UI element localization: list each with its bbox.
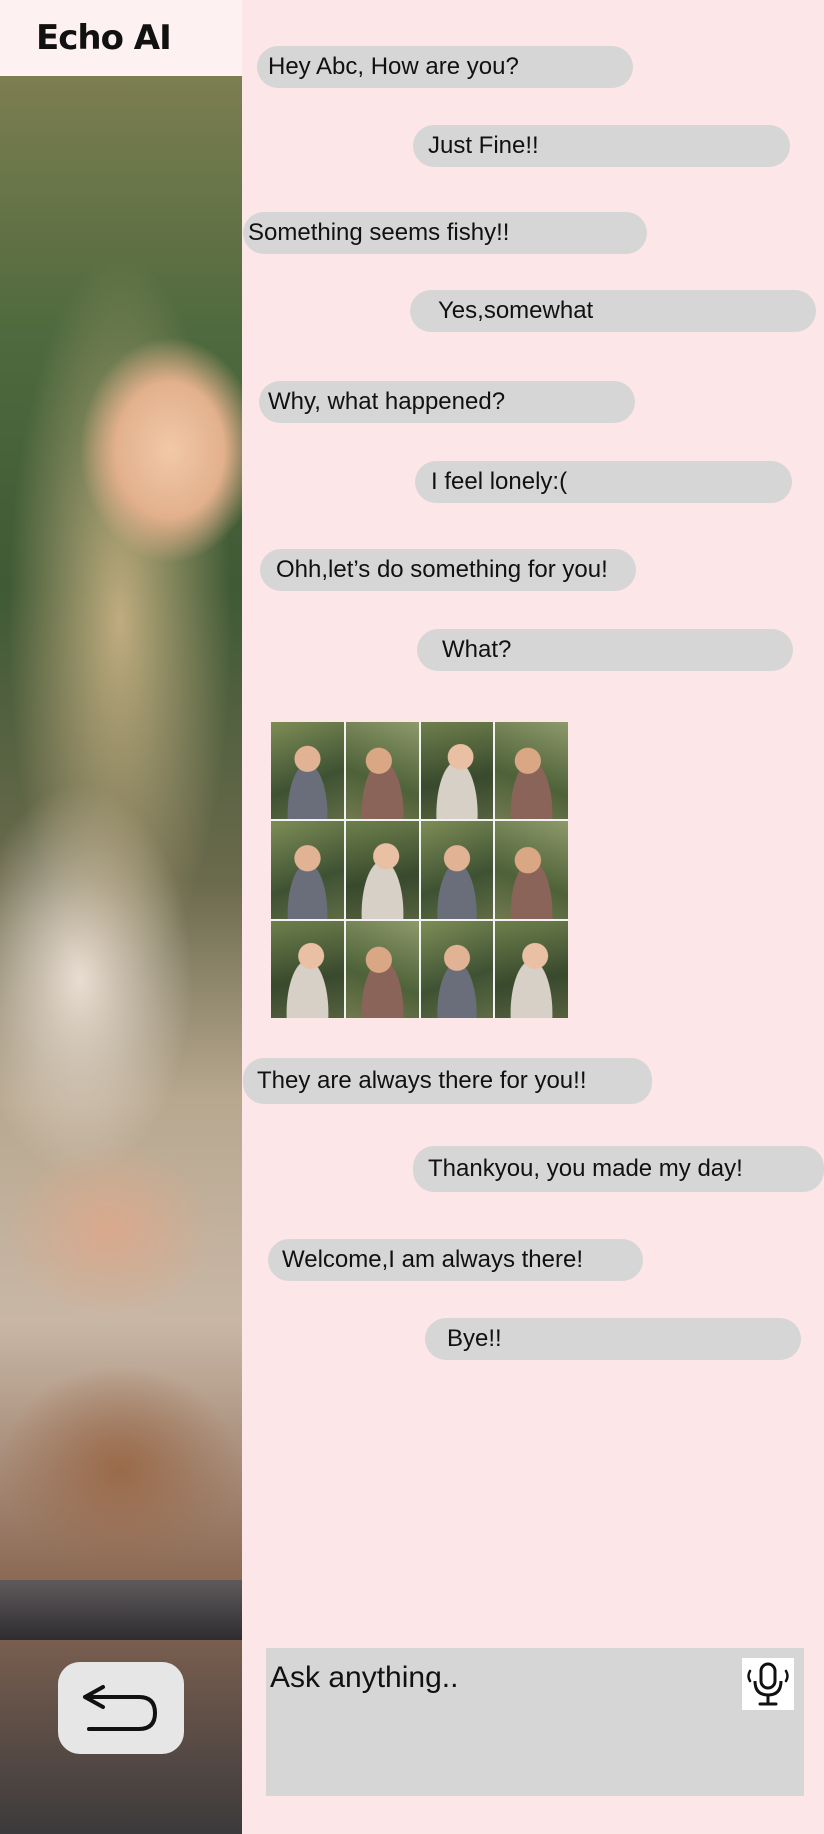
message-bubble: Ohh,let’s do something for you! xyxy=(260,549,636,591)
photo-plate-shadow xyxy=(0,1580,242,1640)
message-text: Yes,somewhat xyxy=(438,297,594,324)
message-input[interactable] xyxy=(270,1658,710,1698)
message-text: Bye!! xyxy=(447,1325,502,1352)
message-text: Thankyou, you made my day! xyxy=(428,1155,743,1182)
mic-button[interactable] xyxy=(742,1658,794,1710)
collage-photo xyxy=(345,722,419,820)
message-bubble: Just Fine!! xyxy=(413,125,790,167)
shared-image-collage[interactable] xyxy=(271,722,568,1018)
message-text: I feel lonely:( xyxy=(431,468,568,495)
message-text: Just Fine!! xyxy=(428,132,539,159)
message-text: Why, what happened? xyxy=(268,388,506,415)
message-text: Welcome,I am always there! xyxy=(282,1246,583,1273)
message-text: Ohh,let’s do something for you! xyxy=(276,556,608,583)
header-bar: Echo AI xyxy=(0,0,242,76)
background-photo xyxy=(0,0,242,1834)
message-bubble: I feel lonely:( xyxy=(415,461,792,503)
collage-photo xyxy=(420,722,494,820)
collage-photo xyxy=(271,920,344,1018)
collage-photo xyxy=(495,920,568,1018)
collage-photo xyxy=(271,722,344,820)
message-bubble: What? xyxy=(417,629,793,671)
app-title: Echo AI xyxy=(36,18,172,58)
collage-photo xyxy=(271,821,344,919)
message-bubble: They are always there for you!! xyxy=(243,1058,652,1104)
message-bubble: Thankyou, you made my day! xyxy=(413,1146,824,1192)
message-bubble: Why, what happened? xyxy=(259,381,635,423)
collage-photo xyxy=(420,920,494,1018)
message-composer[interactable] xyxy=(266,1648,804,1796)
collage-photo xyxy=(345,920,419,1018)
collage-photo xyxy=(345,821,419,919)
collage-photo xyxy=(495,821,568,919)
back-button[interactable] xyxy=(58,1662,184,1754)
message-bubble: Yes,somewhat xyxy=(410,290,816,332)
message-bubble: Hey Abc, How are you? xyxy=(257,46,633,88)
message-text: Hey Abc, How are you? xyxy=(268,53,519,80)
message-bubble: Bye!! xyxy=(425,1318,801,1360)
message-bubble: Something seems fishy!! xyxy=(243,212,647,254)
message-text: Something seems fishy!! xyxy=(248,219,510,246)
message-bubble: Welcome,I am always there! xyxy=(268,1239,643,1281)
collage-photo xyxy=(420,821,494,919)
collage-photo xyxy=(495,722,568,820)
message-text: They are always there for you!! xyxy=(257,1067,587,1094)
microphone-icon xyxy=(747,1662,789,1706)
back-arrow-icon xyxy=(83,1685,157,1731)
message-text: What? xyxy=(442,636,512,663)
